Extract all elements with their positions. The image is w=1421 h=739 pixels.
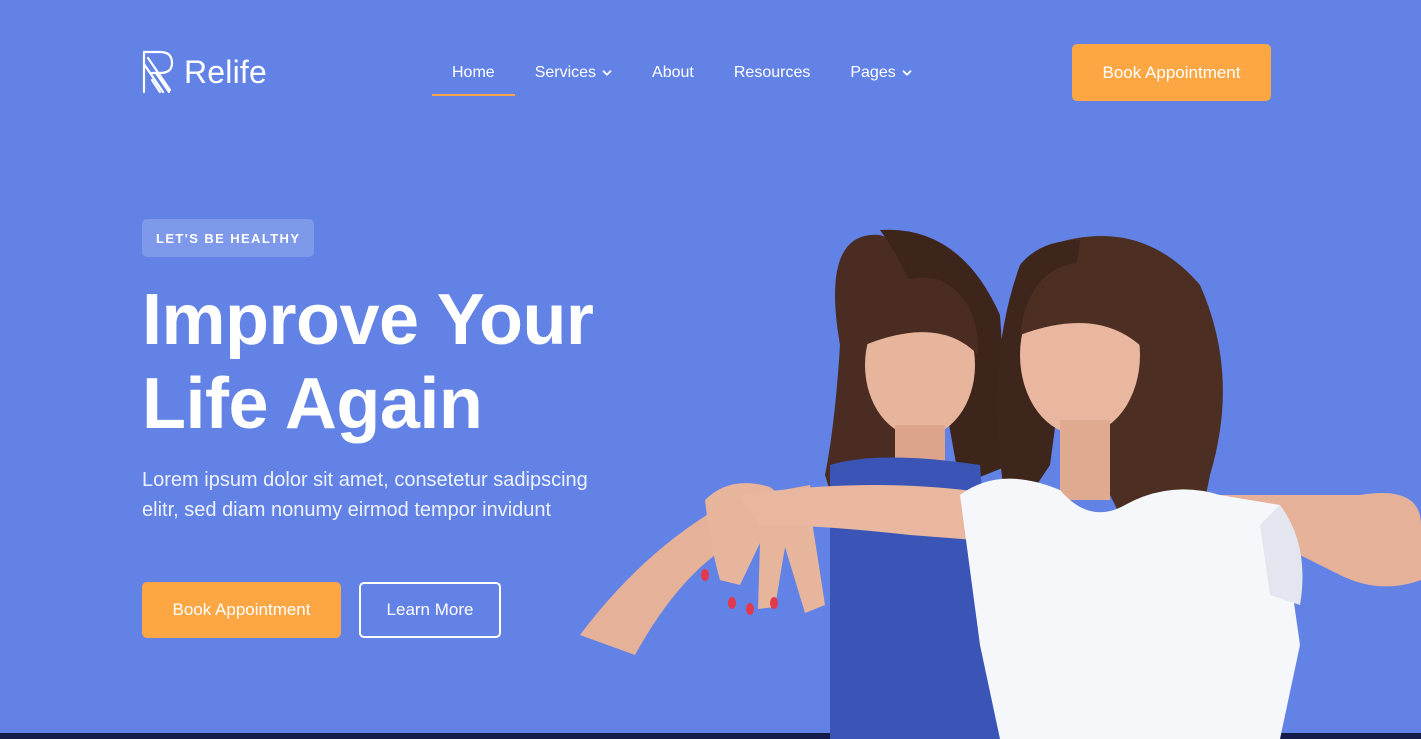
hero-title-line-2: Life Again — [142, 364, 483, 444]
chevron-down-icon — [602, 70, 612, 76]
nav-item-pages[interactable]: Pages — [830, 50, 931, 96]
learn-more-button[interactable]: Learn More — [359, 582, 501, 638]
nav-item-resources[interactable]: Resources — [714, 50, 830, 96]
hero-badge: LET'S BE HEALTHY — [142, 219, 315, 257]
brand-name: Relife — [184, 53, 268, 90]
nav-item-label: About — [652, 64, 694, 81]
nav-item-label: Resources — [733, 64, 811, 81]
hero-title-line-1: Improve Your — [142, 280, 594, 360]
chevron-down-icon — [902, 70, 912, 76]
main-nav: Home Services About Resources Pages — [432, 50, 932, 96]
nav-item-services[interactable]: Services — [515, 50, 632, 96]
hero-photo-therapist-and-patient — [580, 225, 1421, 739]
nav-item-home[interactable]: Home — [432, 50, 515, 96]
book-appointment-button[interactable]: Book Appointment — [142, 582, 341, 638]
hero-illustration — [580, 229, 1421, 739]
relife-logo-icon — [142, 50, 174, 94]
nav-item-about[interactable]: About — [632, 50, 714, 96]
hero-description: Lorem ipsum dolor sit amet, consetetur s… — [142, 469, 588, 521]
nav-item-label: Home — [452, 64, 495, 81]
nav-item-label: Pages — [850, 64, 896, 81]
nav-item-label: Services — [534, 64, 597, 81]
brand-logo[interactable]: Relife — [142, 50, 267, 94]
header-book-appointment-button[interactable]: Book Appointment — [1072, 44, 1271, 101]
